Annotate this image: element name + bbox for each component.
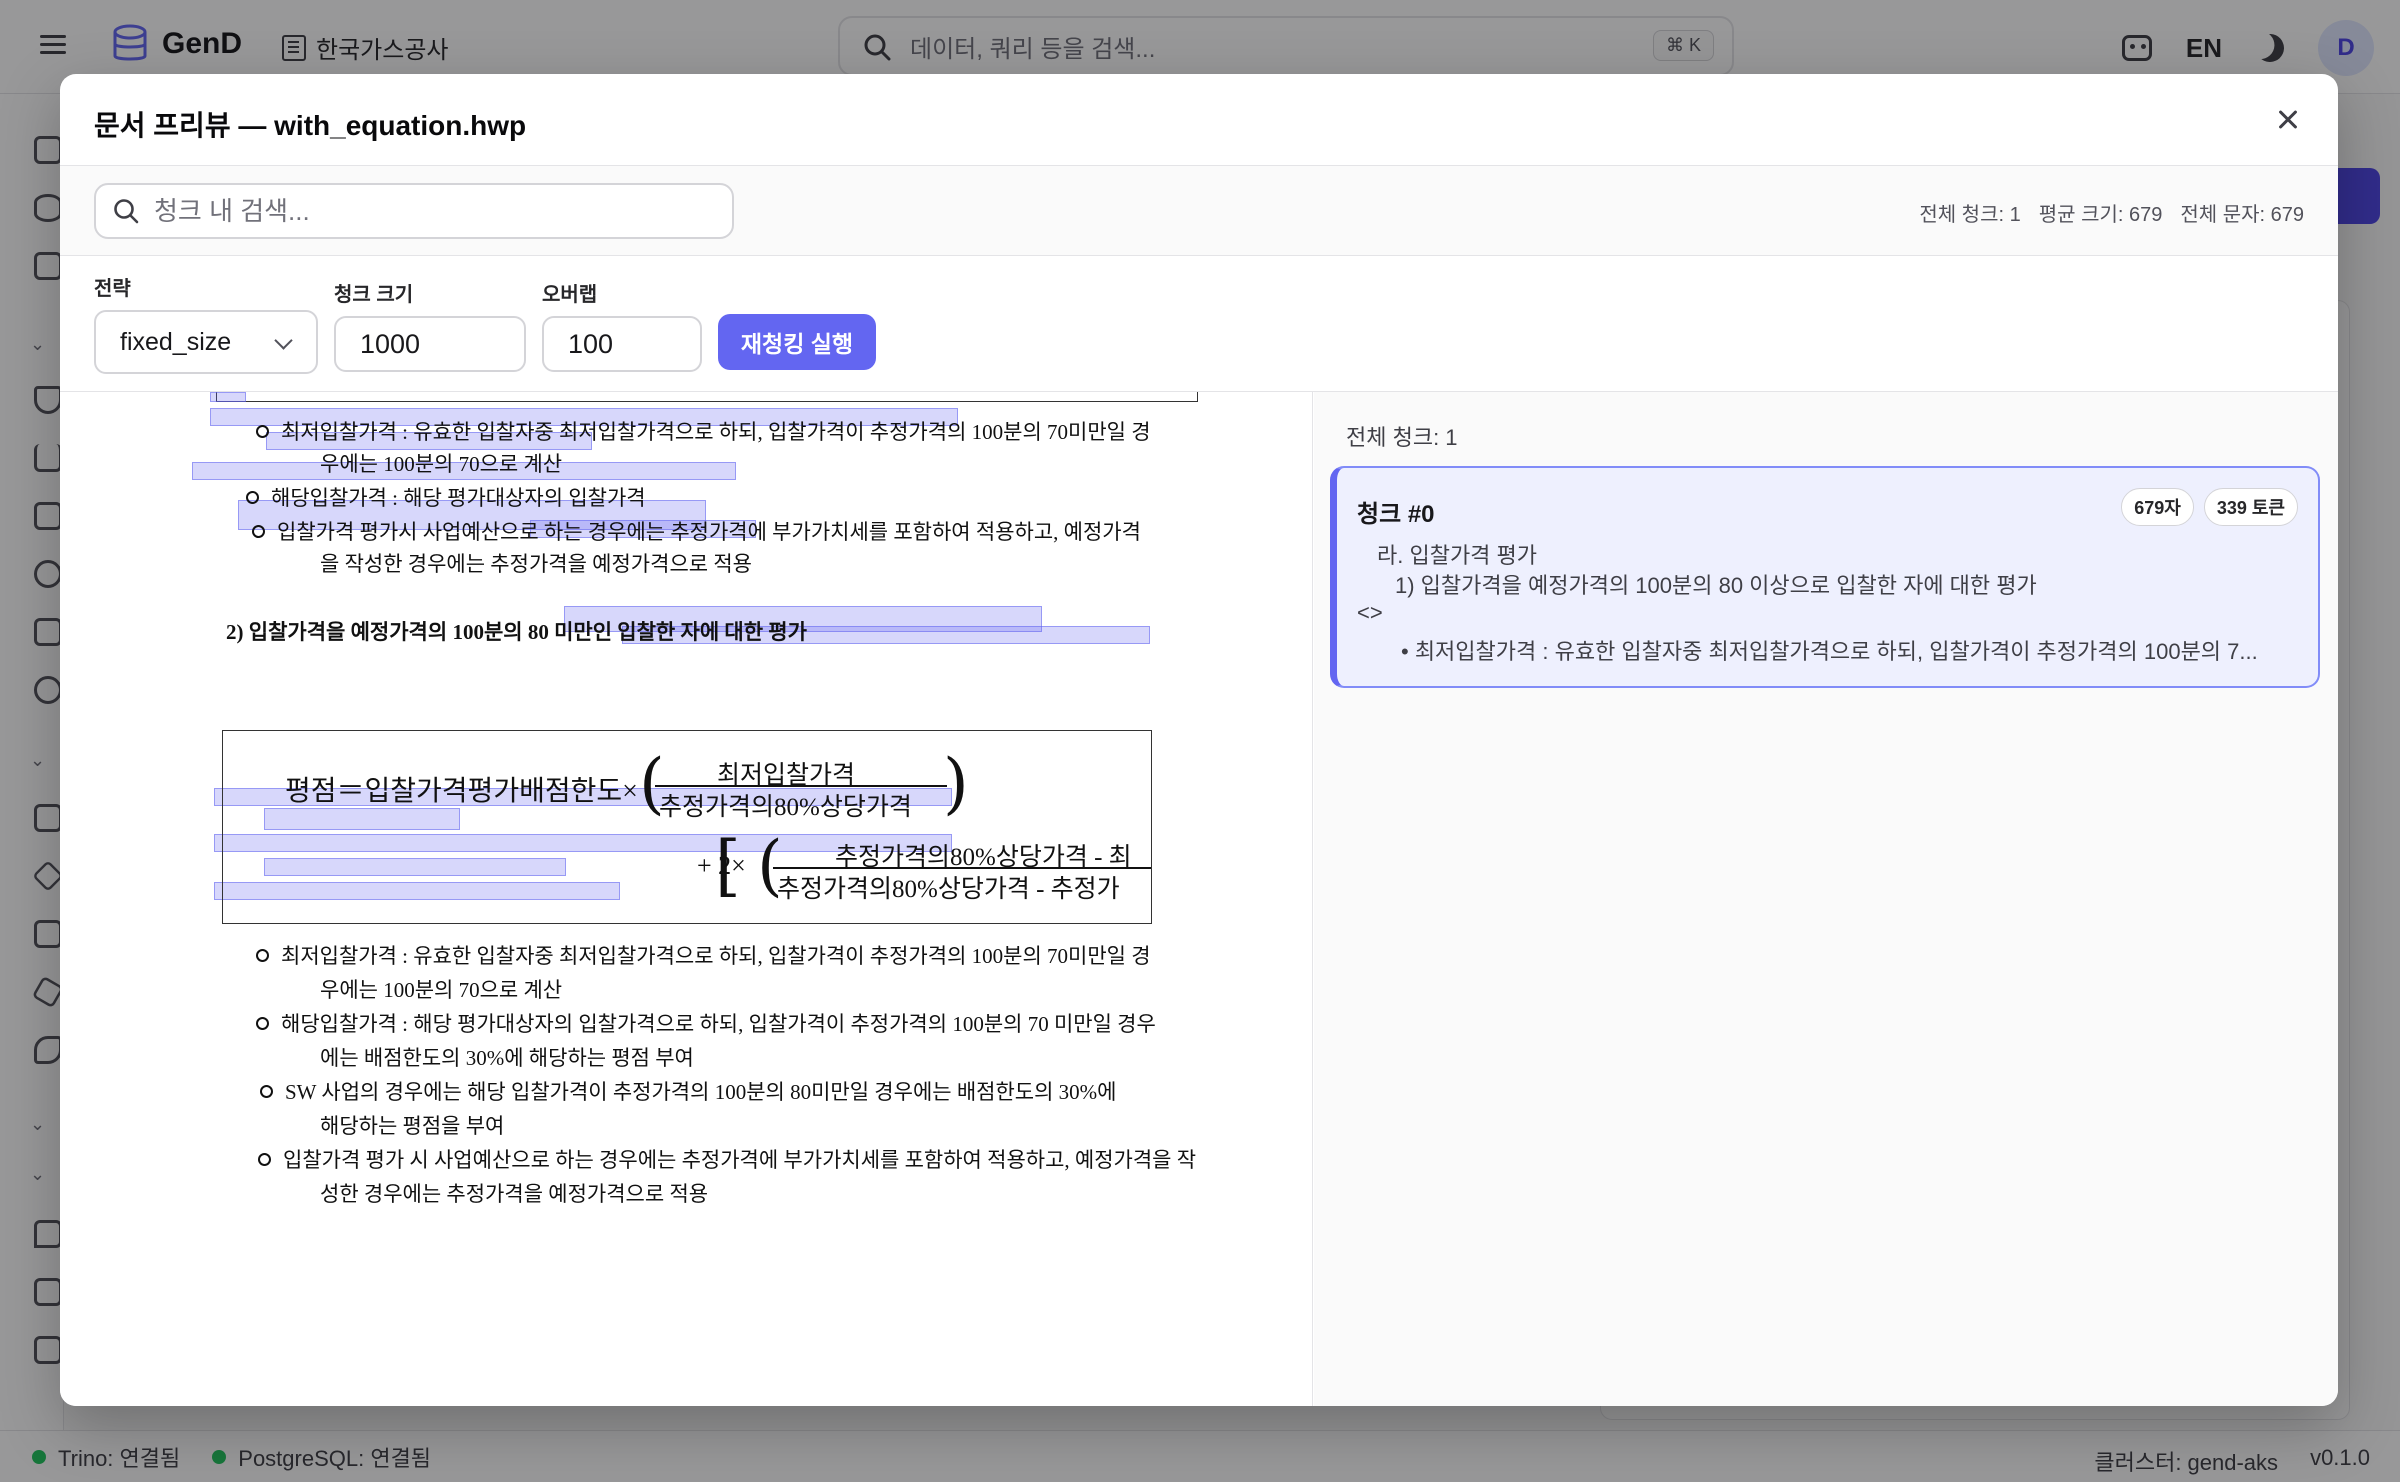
doc-line: 해당입찰가격 : 해당 평가대상자의 입찰가격 — [246, 482, 646, 512]
document-preview[interactable]: 최저입찰가격 : 유효한 입찰자중 최저입찰가격으로 하되, 입찰가격이 추정가… — [60, 392, 1313, 1406]
chunk-text-line: 1) 입찰가격을 예정가격의 100분의 80 이상으로 입찰한 자에 대한 평… — [1395, 573, 2037, 598]
equation-lhs: 평점＝입찰가격평가배점한도× — [285, 776, 638, 807]
doc-line: 입찰가격 평가시 사업예산으로 하는 경우에는 추정가격에 부가가치세를 포함하… — [252, 516, 1141, 546]
chunk-text-line: • 최저입찰가격 : 유효한 입찰자중 최저입찰가격으로 하되, 입찰가격이 추… — [1401, 639, 2258, 664]
section-heading: 2) 입찰가격을 예정가격의 100분의 80 미만인 입찰한 자에 대한 평가 — [226, 620, 807, 644]
equation-denominator: 추정가격의80%상당가격 — [659, 794, 912, 821]
chunk-text-line: 라. 입찰가격 평가 — [1377, 543, 1538, 568]
doc-line: SW 사업의 경우에는 해당 입찰가격이 추정가격의 100분의 80미만일 경… — [260, 1076, 1117, 1106]
chevron-down-icon — [274, 331, 293, 350]
doc-line: 최저입찰가격 : 유효한 입찰자중 최저입찰가격으로 하되, 입찰가격이 추정가… — [256, 416, 1151, 446]
doc-line: 에는 배점한도의 30%에 해당하는 평점 부여 — [320, 1046, 694, 1070]
bullet-icon — [258, 1153, 271, 1166]
chunk-count: 전체 청크: 1 — [1346, 425, 1458, 450]
chunk-token-badge: 339 토큰 — [2203, 488, 2298, 526]
modal-header: 문서 프리뷰 — with_equation.hwp — [60, 74, 2338, 166]
doc-line: 우에는 100분의 70으로 계산 — [320, 978, 563, 1002]
modal-toolbar: 전체 청크: 1 평균 크기: 679 전체 문자: 679 — [60, 166, 2338, 256]
paren-close: ) — [943, 745, 969, 822]
chunk-size-input[interactable] — [334, 316, 526, 372]
close-icon[interactable] — [2268, 100, 2308, 140]
table-edge — [216, 392, 1198, 402]
chunk-card[interactable]: 청크 #0 679자 339 토큰 라. 입찰가격 평가 1) 입찰가격을 예정… — [1330, 466, 2320, 688]
chunk-list: 전체 청크: 1 청크 #0 679자 339 토큰 라. 입찰가격 평가 1)… — [1314, 392, 2338, 1406]
chunking-controls: 전략 fixed_size 청크 크기 오버랩 재청킹 실행 — [60, 256, 2338, 392]
doc-line: 해당입찰가격 : 해당 평가대상자의 입찰가격으로 하되, 입찰가격이 추정가격… — [256, 1008, 1156, 1038]
equation-denominator: 추정가격의80%상당가격 - 추정가 — [777, 876, 1120, 903]
stat-avg-size: 평균 크기: 679 — [2038, 204, 2163, 226]
bracket-open: [ — [715, 827, 741, 904]
doc-line: 입찰가격 평가 시 사업예산으로 하는 경우에는 추정가격에 부가가치세를 포함… — [258, 1144, 1196, 1174]
bullet-icon — [260, 1085, 273, 1098]
bullet-icon — [256, 1017, 269, 1030]
equation-box: 평점＝입찰가격평가배점한도× ( 최저입찰가격 추정가격의80%상당가격 ) +… — [222, 730, 1152, 924]
doc-line: 을 작성한 경우에는 추정가격을 예정가격으로 적용 — [320, 552, 752, 576]
doc-line: 우에는 100분의 70으로 계산 — [320, 452, 563, 476]
strategy-select[interactable]: fixed_size — [94, 310, 318, 374]
search-icon — [114, 199, 139, 224]
bullet-icon — [252, 525, 265, 538]
bullet-icon — [246, 491, 259, 504]
overlap-input[interactable] — [542, 316, 702, 372]
doc-line: 최저입찰가격 : 유효한 입찰자중 최저입찰가격으로 하되, 입찰가격이 추정가… — [256, 940, 1151, 970]
chunk-size-label: 청크 크기 — [334, 284, 414, 306]
stat-total-chars: 전체 문자: 679 — [2180, 204, 2304, 226]
bullet-icon — [256, 425, 269, 438]
document-preview-modal: 문서 프리뷰 — with_equation.hwp 전체 청크: 1 평균 크… — [60, 74, 2338, 1406]
modal-title: 문서 프리뷰 — with_equation.hwp — [94, 110, 527, 141]
chunk-title: 청크 #0 — [1357, 501, 1435, 528]
stat-total-chunks: 전체 청크: 1 — [1919, 204, 2021, 226]
chunk-highlight — [210, 392, 246, 402]
chunk-char-badge: 679자 — [2121, 488, 2194, 526]
strategy-label: 전략 — [94, 278, 131, 300]
chunk-search-input[interactable] — [94, 183, 734, 239]
strategy-value: fixed_size — [120, 327, 232, 356]
chunk-stats: 전체 청크: 1 평균 크기: 679 전체 문자: 679 — [1919, 198, 2304, 227]
doc-line: 해당하는 평점을 부여 — [320, 1114, 505, 1138]
rechunk-button[interactable]: 재청킹 실행 — [718, 314, 876, 370]
chunk-text-line: <> — [1357, 600, 1383, 625]
overlap-label: 오버랩 — [542, 284, 598, 306]
doc-line: 성한 경우에는 추정가격을 예정가격으로 적용 — [320, 1182, 709, 1206]
bullet-icon — [256, 949, 269, 962]
